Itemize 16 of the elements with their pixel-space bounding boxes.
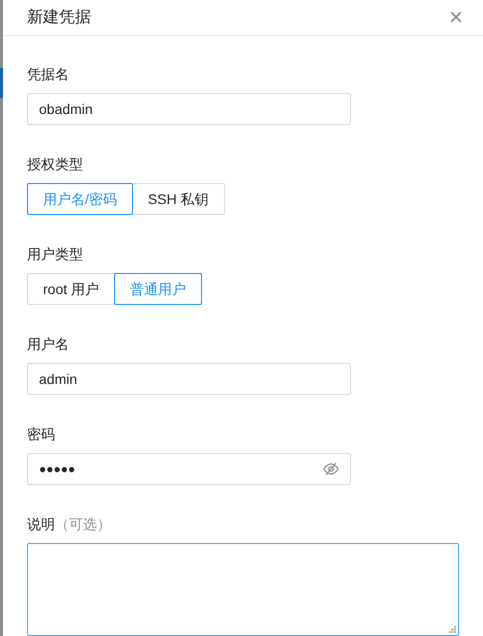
segment-button[interactable]: SSH 私钥 [132, 183, 225, 215]
field-label: 用户类型 [27, 245, 83, 264]
segment-button[interactable]: root 用户 [27, 273, 116, 305]
input-field[interactable]: admin [27, 363, 351, 395]
field-label: 用户名 [27, 335, 69, 354]
field-label: 密码 [27, 425, 55, 444]
field-label: 凭据名 [27, 65, 69, 84]
password-field[interactable]: ●●●●● [27, 453, 351, 485]
field-label: 授权类型 [27, 155, 83, 174]
field-label: 说明 [27, 515, 55, 534]
description-textarea[interactable] [27, 543, 459, 636]
input-field[interactable]: obadmin [27, 93, 351, 125]
optional-hint: （可选） [55, 515, 111, 534]
dialog-title: 新建凭据 [27, 8, 91, 28]
hidden-eye-icon[interactable] [323, 462, 339, 476]
resize-handle-icon[interactable] [449, 626, 456, 633]
